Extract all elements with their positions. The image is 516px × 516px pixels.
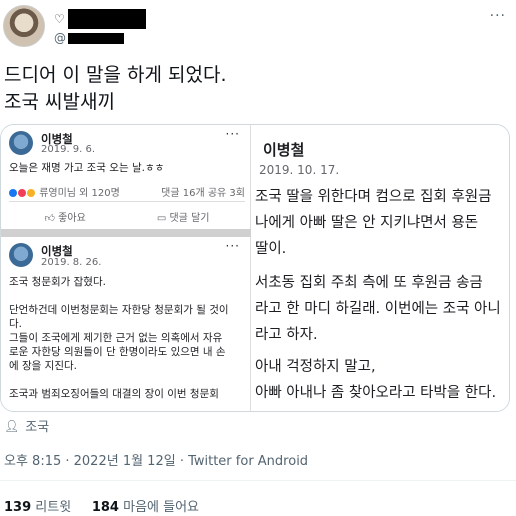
fb-like-label: 좋아요 [58, 213, 86, 224]
handle-prefix: @ [54, 31, 66, 45]
like-reaction-icon [9, 189, 17, 197]
fb-avatar [9, 243, 33, 267]
heart-icon: ♡ [54, 12, 65, 26]
fb-more-icon: ··· [225, 239, 240, 253]
divider [0, 480, 516, 481]
more-options-button[interactable]: ··· [490, 8, 506, 24]
avatar[interactable] [3, 5, 45, 47]
retweet-label: 리트윗 [35, 500, 72, 515]
fb-comment-label: 댓글 달기 [169, 213, 210, 224]
fb-post-date: 2019. 8. 26. [41, 257, 102, 268]
fb-reactions-row: 류영미님 외 120명 댓글 16개 공유 3회 [9, 184, 245, 199]
tweet-timestamp[interactable]: 오후 8:15 · 2022년 1월 12일 · Twitter for And… [4, 450, 308, 469]
fb-text-line: 조국과 범죄오징어들의 대결의 장이 이번 청문회 [9, 388, 219, 400]
divider [9, 201, 245, 202]
fb-text-line: 서초동 집회 주최 측에 또 후원금 송금 [255, 275, 483, 291]
fb-text-line: 라고 하자. [255, 327, 318, 343]
redacted-display-name [67, 9, 146, 29]
tweet-media-image[interactable]: 이병철 2019. 10. 17. 조국 딸을 위한다며 컴으로 집회 후원금 … [0, 124, 510, 412]
location-label: 조국 [25, 420, 50, 435]
retweet-count: 139 [4, 500, 32, 515]
tweet-stats: 139 리트윗 184 마음에 들어요 [4, 496, 199, 515]
fb-reactions-text: 류영미님 외 120명 [39, 188, 120, 199]
retweet-count-link[interactable]: 139 리트윗 [4, 500, 71, 515]
fb-more-icon: ··· [225, 127, 240, 141]
fb-author-name: 이병철 [263, 141, 305, 159]
thumbs-up-icon: 👍︎ [44, 213, 59, 224]
fb-avatar [9, 131, 33, 155]
fb-actions-row: 👍︎ 좋아요 ▭ 댓글 달기 [9, 209, 245, 224]
location-tag[interactable]: 👤︎ 조국 [4, 416, 50, 436]
fb-post-text: 오늘은 재명 가고 조국 오는 날.ㅎㅎ [9, 162, 165, 174]
like-label: 마음에 들어요 [123, 500, 200, 515]
fb-post-date: 2019. 10. 17. [259, 163, 340, 177]
like-count-link[interactable]: 184 마음에 들어요 [92, 500, 199, 515]
tweet-line: 조국 씨발새끼 [4, 91, 115, 113]
fb-text-line: 에 장을 지진다. [9, 360, 77, 372]
haha-reaction-icon [27, 189, 35, 197]
fb-text-line: 딸이. [255, 241, 287, 257]
fb-post-date: 2019. 9. 6. [41, 144, 96, 155]
fb-text-line: 아내 걱정하지 말고, [255, 359, 376, 375]
fb-text-line: 다. [9, 318, 22, 330]
love-reaction-icon [18, 189, 26, 197]
person-icon: 👤︎ [4, 418, 20, 433]
tweet-text: 드디어 이 말을 하게 되었다. 조국 씨발새끼 [4, 62, 226, 116]
like-count: 184 [91, 500, 119, 515]
fb-counts: 댓글 16개 공유 3회 [161, 188, 245, 199]
fb-post-card: 이병철 2019. 8. 26. ··· 조국 청문회가 잡혔다. 단언하건데 … [1, 237, 251, 411]
fb-text-line: 조국 청문회가 잡혔다. [9, 276, 106, 288]
fb-text-line: 단언하건데 이번청문회는 자한당 청문회가 될 것이 [9, 304, 229, 316]
card-separator [1, 229, 251, 237]
handle-row[interactable]: @ [54, 31, 124, 45]
display-name-row[interactable]: ♡ [54, 9, 146, 29]
comment-icon: ▭ [156, 213, 170, 224]
fb-text-line: 조국 딸을 위한다며 컴으로 집회 후원금 [255, 189, 492, 205]
fb-text-line: 로운 자한당 의원들이 단 한명이라도 있으면 내 손 [9, 346, 226, 358]
fb-text-line: 라고 한 마디 하길래. 이번에는 조국 아니 [255, 301, 501, 317]
tweet-line: 드디어 이 말을 하게 되었다. [4, 64, 227, 86]
fb-text-line: 나에게 아빠 딸은 안 지키냐면서 용돈 [255, 215, 479, 231]
redacted-handle [68, 32, 124, 44]
fb-text-line: 그들이 조국에게 제기한 근거 없는 의혹에서 자유 [9, 332, 223, 344]
fb-post-zoomed: 이병철 2019. 10. 17. 조국 딸을 위한다며 컴으로 집회 후원금 … [241, 125, 509, 411]
fb-post-card: 이병철 2019. 9. 6. ··· 오늘은 재명 가고 조국 오는 날.ㅎㅎ… [1, 125, 251, 233]
fb-text-line: 아빠 아내나 좀 찾아오라고 타박을 한다. [255, 385, 497, 401]
